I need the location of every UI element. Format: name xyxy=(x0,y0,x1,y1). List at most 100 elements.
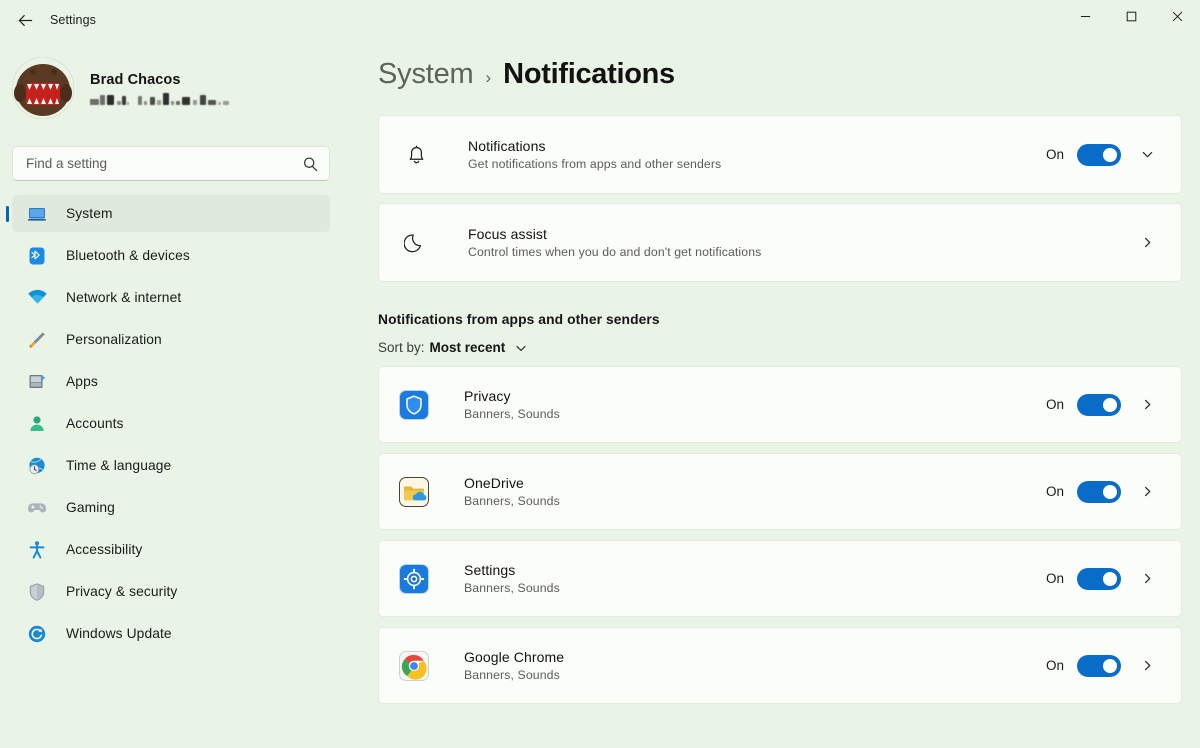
card-text: OneDrive Banners, Sounds xyxy=(464,475,1046,508)
card-controls xyxy=(1121,227,1165,259)
app-subtitle: Banners, Sounds xyxy=(464,668,1046,682)
sidebar-item-label: Time & language xyxy=(66,458,171,473)
breadcrumb-parent[interactable]: System xyxy=(378,58,474,91)
sidebar-item-label: Windows Update xyxy=(66,626,172,641)
account-email-redacted xyxy=(90,92,232,105)
app-row-privacy[interactable]: Privacy Banners, Sounds On xyxy=(378,366,1182,443)
app-subtitle: Banners, Sounds xyxy=(464,581,1046,595)
app-name: OneDrive xyxy=(464,475,1046,491)
sidebar-item-system[interactable]: System xyxy=(12,195,330,232)
sidebar-item-time-language[interactable]: Time & language xyxy=(12,447,330,484)
window-controls xyxy=(1062,0,1200,32)
notifications-master-card[interactable]: Notifications Get notifications from app… xyxy=(378,115,1182,194)
card-title: Focus assist xyxy=(468,226,1121,242)
app-toggle[interactable] xyxy=(1077,481,1121,503)
title-bar: Settings xyxy=(0,0,1200,40)
app-name: Settings xyxy=(464,562,1046,578)
sidebar-item-label: Privacy & security xyxy=(66,584,177,599)
card-text: Focus assist Control times when you do a… xyxy=(468,226,1121,259)
chevron-down-icon[interactable] xyxy=(1129,139,1165,171)
sidebar-item-label: Accounts xyxy=(66,416,124,431)
sidebar-item-network-internet[interactable]: Network & internet xyxy=(12,279,330,316)
app-row-onedrive[interactable]: OneDrive Banners, Sounds On xyxy=(378,453,1182,530)
back-button[interactable] xyxy=(6,4,44,36)
system-icon xyxy=(26,203,48,225)
close-button[interactable] xyxy=(1154,0,1200,32)
sidebar-item-label: Apps xyxy=(66,374,98,389)
brush-icon xyxy=(26,329,48,351)
sidebar-item-apps[interactable]: Apps xyxy=(12,363,330,400)
accessibility-icon xyxy=(26,539,48,561)
app-row-settings[interactable]: Settings Banners, Sounds On xyxy=(378,540,1182,617)
sidebar-item-windows-update[interactable]: Windows Update xyxy=(12,615,330,652)
account-card[interactable]: Brad Chacos xyxy=(12,52,352,124)
sidebar-item-accessibility[interactable]: Accessibility xyxy=(12,531,330,568)
toggle-state-label: On xyxy=(1046,658,1064,673)
bluetooth-icon xyxy=(26,245,48,267)
search-icon[interactable] xyxy=(302,155,319,172)
wifi-icon xyxy=(26,287,48,309)
toggle-state-label: On xyxy=(1046,571,1064,586)
settings-gear-app-icon xyxy=(399,564,429,594)
app-name: Privacy xyxy=(464,388,1046,404)
chrome-app-icon xyxy=(399,651,429,681)
card-controls: On xyxy=(1046,139,1165,171)
search-input[interactable] xyxy=(13,147,329,180)
chevron-right-icon[interactable] xyxy=(1129,476,1165,508)
sidebar-item-label: Network & internet xyxy=(66,290,181,305)
card-text: Privacy Banners, Sounds xyxy=(464,388,1046,421)
account-text: Brad Chacos xyxy=(90,72,232,105)
sort-label: Sort by: xyxy=(378,340,425,355)
update-icon xyxy=(26,623,48,645)
sidebar-item-personalization[interactable]: Personalization xyxy=(12,321,330,358)
breadcrumb: System › Notifications xyxy=(378,58,1200,91)
sidebar-item-bluetooth-devices[interactable]: Bluetooth & devices xyxy=(12,237,330,274)
search-box[interactable] xyxy=(12,146,330,181)
moon-icon xyxy=(399,230,433,255)
sidebar-item-accounts[interactable]: Accounts xyxy=(12,405,330,442)
account-name: Brad Chacos xyxy=(90,72,232,88)
toggle-state-label: On xyxy=(1046,397,1064,412)
clock-globe-icon xyxy=(26,455,48,477)
top-settings-cards: Notifications Get notifications from app… xyxy=(378,115,1182,282)
account-icon xyxy=(26,413,48,435)
app-toggle[interactable] xyxy=(1077,568,1121,590)
sidebar-item-gaming[interactable]: Gaming xyxy=(12,489,330,526)
chevron-right-icon[interactable] xyxy=(1129,389,1165,421)
gamepad-icon xyxy=(26,497,48,519)
app-toggle[interactable] xyxy=(1077,655,1121,677)
sidebar-item-privacy-security[interactable]: Privacy & security xyxy=(12,573,330,610)
app-notification-list: Privacy Banners, Sounds On xyxy=(378,366,1182,704)
sidebar-item-label: Bluetooth & devices xyxy=(66,248,190,263)
card-text: Settings Banners, Sounds xyxy=(464,562,1046,595)
window-title: Settings xyxy=(50,13,96,27)
settings-window: Brad Chacos xyxy=(0,0,1200,748)
app-row-google-chrome[interactable]: Google Chrome Banners, Sounds On xyxy=(378,627,1182,704)
toggle-state-label: On xyxy=(1046,147,1064,162)
card-controls: On xyxy=(1046,650,1165,682)
card-text: Notifications Get notifications from app… xyxy=(468,138,1046,171)
chevron-down-icon[interactable] xyxy=(514,341,528,355)
maximize-button[interactable] xyxy=(1108,0,1154,32)
minimize-button[interactable] xyxy=(1062,0,1108,32)
sidebar-item-label: Gaming xyxy=(66,500,115,515)
privacy-shield-app-icon xyxy=(399,390,429,420)
chevron-right-icon[interactable] xyxy=(1129,227,1165,259)
sort-value[interactable]: Most recent xyxy=(430,340,506,355)
chevron-right-icon[interactable] xyxy=(1129,650,1165,682)
section-heading: Notifications from apps and other sender… xyxy=(378,312,1200,327)
breadcrumb-separator-icon: › xyxy=(486,68,492,88)
notifications-toggle[interactable] xyxy=(1077,144,1121,166)
card-controls: On xyxy=(1046,563,1165,595)
sort-control[interactable]: Sort by: Most recent xyxy=(378,340,528,355)
app-subtitle: Banners, Sounds xyxy=(464,494,1046,508)
focus-assist-card[interactable]: Focus assist Control times when you do a… xyxy=(378,203,1182,282)
app-name: Google Chrome xyxy=(464,649,1046,665)
app-subtitle: Banners, Sounds xyxy=(464,407,1046,421)
sidebar: Brad Chacos xyxy=(0,0,352,748)
sidebar-item-label: System xyxy=(66,206,113,221)
app-toggle[interactable] xyxy=(1077,394,1121,416)
chevron-right-icon[interactable] xyxy=(1129,563,1165,595)
page-title: Notifications xyxy=(503,58,675,91)
sidebar-nav: System Bluetooth & devices xyxy=(0,195,352,652)
